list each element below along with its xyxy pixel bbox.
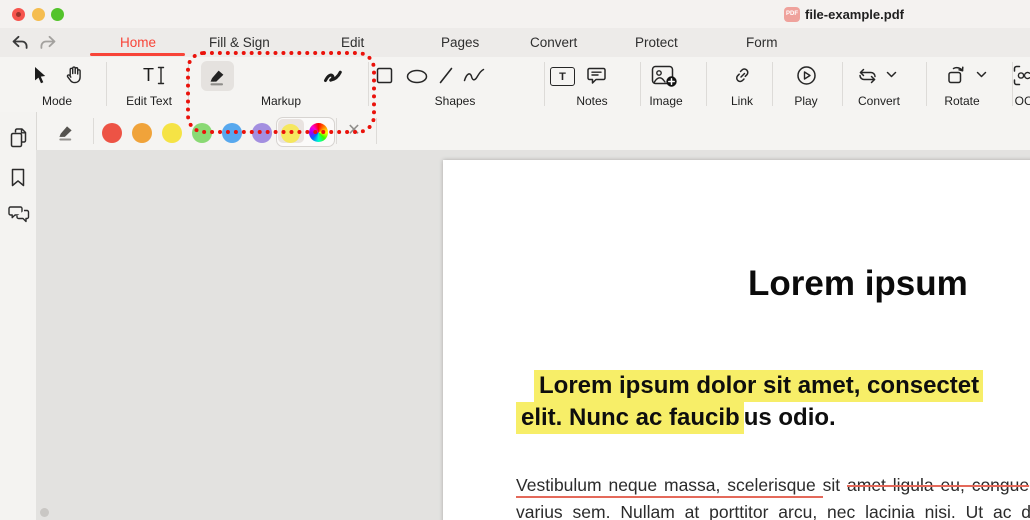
edit-text-letter: T <box>143 65 154 85</box>
add-image-icon[interactable] <box>651 65 678 88</box>
freehand-draw-icon[interactable] <box>462 67 486 84</box>
unsaved-dot-icon <box>16 12 21 17</box>
pen-markup-tool-icon[interactable] <box>323 67 346 85</box>
active-tab-underline <box>90 53 185 56</box>
page-thumbnails-icon[interactable] <box>8 127 29 149</box>
colorbar-separator <box>93 118 94 144</box>
edit-text-tool[interactable]: T <box>143 66 165 85</box>
rotate-chevron-down-icon[interactable] <box>976 71 987 78</box>
note-box-letter: T <box>559 70 566 83</box>
group-label-convert: Convert <box>857 94 901 108</box>
struck-text: amet ligula eu, congue <box>847 475 1030 495</box>
undo-icon[interactable] <box>10 33 30 53</box>
select-cursor-icon[interactable] <box>31 65 49 85</box>
custom-color-wheel-icon[interactable] <box>309 123 328 142</box>
highlight-color-bar: ✕ <box>36 112 1030 151</box>
plain-bold-text: us odio. <box>743 404 836 431</box>
group-label-notes: Notes <box>576 94 608 108</box>
close-window-button[interactable] <box>12 8 25 21</box>
color-swatch-red[interactable] <box>102 123 122 143</box>
highlighter-icon <box>59 126 72 141</box>
document-body-line-2: varius sem. Nullam at porttitor arcu, ne… <box>516 502 1030 520</box>
main-toolbar: Mode T Edit Text U S Markup <box>0 57 1030 141</box>
group-label-mode: Mode <box>41 94 73 108</box>
link-tool-icon[interactable] <box>732 65 753 86</box>
ocr-tool-icon[interactable] <box>1013 65 1030 86</box>
window-title: file-example.pdf <box>805 6 904 22</box>
colorbar-separator <box>336 118 337 144</box>
document-body-line-1: Vestibulum neque massa, scelerisque sit … <box>516 475 1030 498</box>
color-swatch-yellow[interactable] <box>162 123 182 143</box>
comments-panel-icon[interactable] <box>8 203 30 223</box>
group-label-image: Image <box>649 94 683 108</box>
scrollbar-thumb[interactable] <box>40 508 49 517</box>
convert-chevron-down-icon[interactable] <box>886 71 897 78</box>
comment-note-icon[interactable] <box>586 66 607 86</box>
plain-body-text: sit <box>822 475 848 495</box>
group-label-ocr: OCR <box>1014 94 1030 108</box>
group-label-play: Play <box>794 94 818 108</box>
play-media-icon[interactable] <box>796 65 817 86</box>
color-swatch-orange[interactable] <box>132 123 152 143</box>
document-heading: Lorem ipsum <box>748 264 968 303</box>
minimize-window-button[interactable] <box>32 8 45 21</box>
toolbar-separator <box>842 62 843 106</box>
tab-home[interactable]: Home <box>120 35 156 50</box>
color-swatch-blue[interactable] <box>222 123 242 143</box>
tab-protect[interactable]: Protect <box>635 35 678 50</box>
document-bold-line-1: Lorem ipsum dolor sit amet, consectet <box>534 370 984 402</box>
toolbar-separator <box>640 62 641 106</box>
toolbar-separator <box>544 62 545 106</box>
toolbar-separator <box>188 62 189 106</box>
tab-fill-sign[interactable]: Fill & Sign <box>209 35 270 50</box>
pdf-page: Lorem ipsum Lorem ipsum dolor sit amet, … <box>443 160 1030 520</box>
convert-icon[interactable] <box>856 66 879 86</box>
highlighted-text: Lorem ipsum dolor sit amet, consectet <box>534 370 984 402</box>
tab-pages[interactable]: Pages <box>441 35 479 50</box>
highlighted-text: elit. Nunc ac faucib <box>516 402 744 434</box>
group-label-edit-text: Edit Text <box>126 94 172 108</box>
left-sidebar <box>0 112 37 520</box>
color-swatch-green[interactable] <box>192 123 212 143</box>
close-colorbar-icon[interactable]: ✕ <box>342 120 366 140</box>
document-viewport[interactable]: Lorem ipsum Lorem ipsum dolor sit amet, … <box>36 150 1030 520</box>
title-bar: PDF file-example.pdf <box>0 0 1030 28</box>
zoom-window-button[interactable] <box>51 8 64 21</box>
group-label-link: Link <box>730 94 754 108</box>
ibeam-cursor-icon <box>157 66 165 85</box>
ribbon-tab-bar: Home Fill & Sign Edit Pages Convert Prot… <box>0 28 1030 58</box>
tab-edit[interactable]: Edit <box>341 35 364 50</box>
ellipse-shape-icon[interactable] <box>406 69 428 84</box>
color-swatch-purple[interactable] <box>252 123 272 143</box>
underlined-text: Vestibulum neque massa, scelerisque <box>516 475 823 498</box>
document-bold-line-2: elit. Nunc ac faucib us odio. <box>516 402 836 434</box>
toolbar-separator <box>706 62 707 106</box>
tab-form[interactable]: Form <box>746 35 778 50</box>
highlight-tool-icon[interactable] <box>207 66 228 87</box>
rectangle-shape-icon[interactable] <box>376 67 393 84</box>
pdf-file-icon: PDF <box>784 6 800 22</box>
hand-tool-icon[interactable] <box>64 64 84 85</box>
text-box-note-icon[interactable]: T <box>550 67 575 86</box>
bookmarks-icon[interactable] <box>9 167 27 188</box>
toolbar-separator <box>926 62 927 106</box>
group-label-rotate: Rotate <box>944 94 980 108</box>
line-shape-icon[interactable] <box>438 66 454 85</box>
group-label-shapes: Shapes <box>434 94 476 108</box>
group-label-markup: Markup <box>260 94 302 108</box>
rotate-icon[interactable] <box>945 64 968 87</box>
colorbar-separator <box>376 118 377 144</box>
pdf-editor-window: PDF file-example.pdf Home Fill & Sign Ed… <box>0 0 1030 520</box>
redo-icon[interactable] <box>38 33 58 53</box>
tab-convert[interactable]: Convert <box>530 35 577 50</box>
toolbar-separator <box>106 62 107 106</box>
toolbar-separator <box>368 62 369 106</box>
selected-color-swatch[interactable] <box>281 124 300 143</box>
toolbar-separator <box>772 62 773 106</box>
window-title-group: PDF file-example.pdf <box>784 6 904 22</box>
